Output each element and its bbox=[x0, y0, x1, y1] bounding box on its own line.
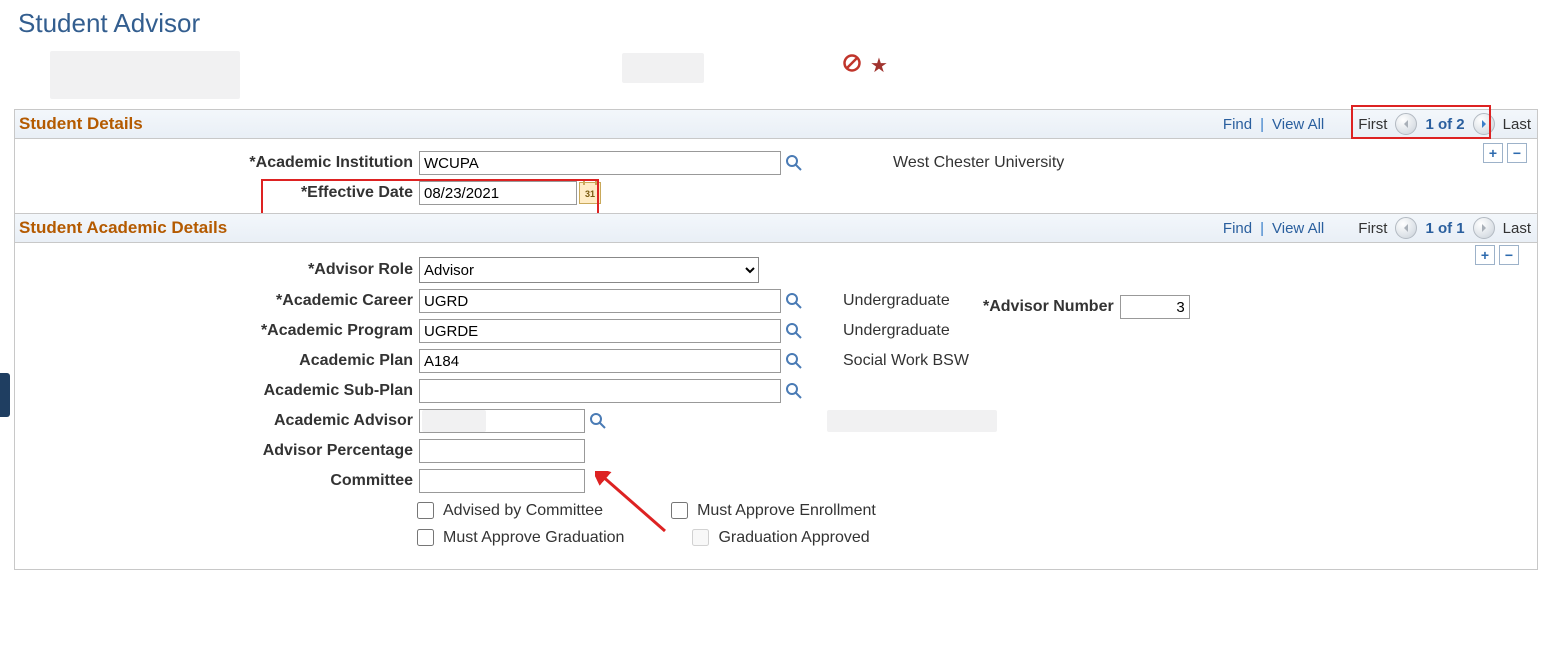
sd-next-button[interactable] bbox=[1473, 113, 1495, 135]
sd-delete-row-button[interactable]: − bbox=[1507, 143, 1527, 163]
subplan-label: Academic Sub-Plan bbox=[23, 382, 419, 400]
side-tab[interactable] bbox=[0, 373, 10, 417]
plan-resolved-text: Social Work BSW bbox=[843, 352, 969, 370]
ad-find-link[interactable]: Find bbox=[1223, 220, 1252, 237]
program-input[interactable] bbox=[419, 319, 781, 343]
advisor-number-input[interactable] bbox=[1120, 295, 1190, 319]
calendar-icon[interactable]: 31 bbox=[579, 182, 601, 204]
advisor-value-redacted bbox=[422, 410, 486, 432]
separator: | bbox=[1260, 220, 1264, 237]
favorite-star-icon[interactable]: ★ bbox=[870, 53, 888, 78]
sd-record-counter: 1 of 2 bbox=[1425, 116, 1464, 133]
sd-last-label[interactable]: Last bbox=[1503, 116, 1531, 133]
student-details-header: Student Details bbox=[15, 114, 143, 134]
sd-viewall-link[interactable]: View All bbox=[1272, 116, 1324, 133]
advisor-role-select[interactable]: Advisor bbox=[419, 257, 759, 283]
plan-lookup-icon[interactable] bbox=[785, 352, 803, 370]
sd-find-link[interactable]: Find bbox=[1223, 116, 1252, 133]
student-id-redacted bbox=[622, 53, 704, 83]
advisor-name-redacted bbox=[827, 410, 997, 432]
subplan-input[interactable] bbox=[419, 379, 781, 403]
sd-add-row-button[interactable]: + bbox=[1483, 143, 1503, 163]
institution-lookup-icon[interactable] bbox=[785, 154, 803, 172]
must-approve-grad-checkbox[interactable] bbox=[417, 529, 434, 546]
ad-delete-row-button[interactable]: − bbox=[1499, 245, 1519, 265]
committee-input[interactable] bbox=[419, 469, 585, 493]
advisor-label: Academic Advisor bbox=[23, 412, 419, 430]
institution-label: *Academic Institution bbox=[23, 154, 419, 172]
committee-label: Committee bbox=[23, 472, 419, 490]
program-resolved-text: Undergraduate bbox=[843, 322, 950, 340]
career-resolved-text: Undergraduate bbox=[843, 292, 950, 310]
advisor-lookup-icon[interactable] bbox=[589, 412, 607, 430]
career-lookup-icon[interactable] bbox=[785, 292, 803, 310]
plan-input[interactable] bbox=[419, 349, 781, 373]
ad-prev-button bbox=[1395, 217, 1417, 239]
ad-next-button bbox=[1473, 217, 1495, 239]
page-title: Student Advisor bbox=[0, 0, 1548, 49]
sd-first-label[interactable]: First bbox=[1358, 116, 1387, 133]
ad-add-row-button[interactable]: + bbox=[1475, 245, 1495, 265]
negative-service-indicator-icon[interactable] bbox=[842, 53, 862, 77]
career-label: *Academic Career bbox=[23, 292, 419, 310]
program-lookup-icon[interactable] bbox=[785, 322, 803, 340]
advisor-number-label: *Advisor Number bbox=[983, 298, 1114, 316]
student-name-redacted bbox=[50, 51, 240, 99]
institution-resolved-text: West Chester University bbox=[893, 154, 1064, 172]
advisor-role-label: *Advisor Role bbox=[23, 261, 419, 279]
must-approve-grad-label: Must Approve Graduation bbox=[443, 529, 624, 547]
advisor-pct-label: Advisor Percentage bbox=[23, 442, 419, 460]
ad-first-label[interactable]: First bbox=[1358, 220, 1387, 237]
effdt-label: *Effective Date bbox=[23, 184, 419, 202]
student-details-grid: Student Details Find | View All First 1 … bbox=[14, 109, 1538, 570]
academic-details-header: Student Academic Details bbox=[15, 218, 227, 238]
graduation-approved-label: Graduation Approved bbox=[718, 529, 869, 547]
ad-record-counter: 1 of 1 bbox=[1425, 220, 1464, 237]
institution-input[interactable] bbox=[419, 151, 781, 175]
graduation-approved-checkbox bbox=[692, 529, 709, 546]
advised-by-committee-label: Advised by Committee bbox=[443, 502, 603, 520]
career-input[interactable] bbox=[419, 289, 781, 313]
advised-by-committee-checkbox[interactable] bbox=[417, 502, 434, 519]
ad-viewall-link[interactable]: View All bbox=[1272, 220, 1324, 237]
subplan-lookup-icon[interactable] bbox=[785, 382, 803, 400]
sd-prev-button[interactable] bbox=[1395, 113, 1417, 135]
plan-label: Academic Plan bbox=[23, 352, 419, 370]
program-label: *Academic Program bbox=[23, 322, 419, 340]
separator: | bbox=[1260, 116, 1264, 133]
advisor-pct-input[interactable] bbox=[419, 439, 585, 463]
must-approve-enroll-checkbox[interactable] bbox=[671, 502, 688, 519]
effdt-input[interactable] bbox=[419, 181, 577, 205]
ad-last-label[interactable]: Last bbox=[1503, 220, 1531, 237]
must-approve-enroll-label: Must Approve Enrollment bbox=[697, 502, 876, 520]
